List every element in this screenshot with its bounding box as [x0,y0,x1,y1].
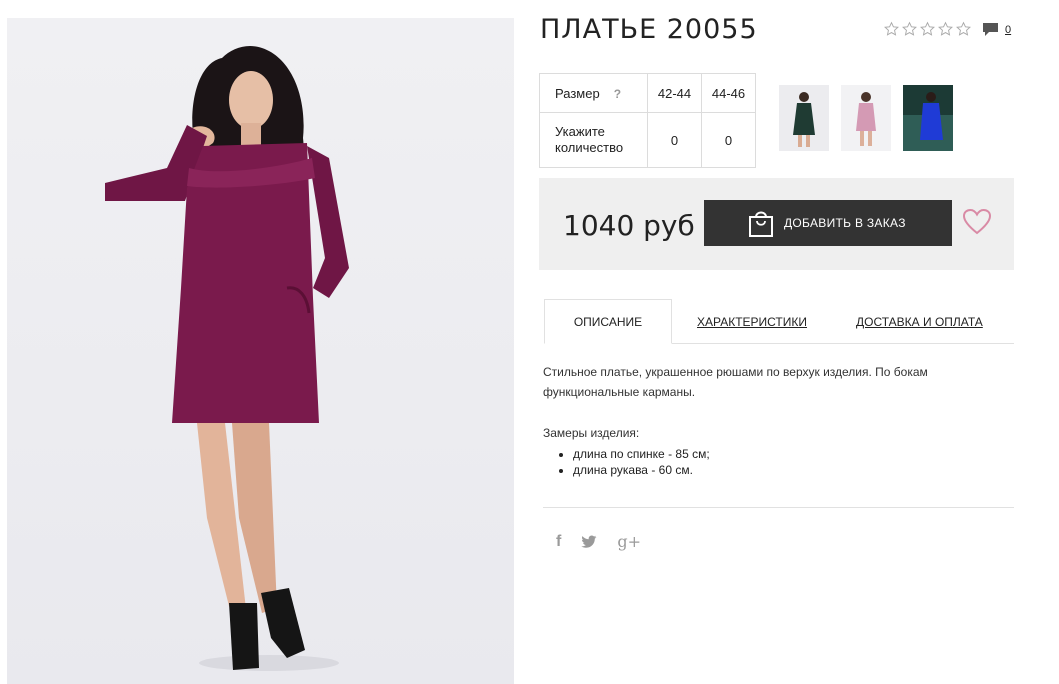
rating-stars[interactable] [883,21,972,37]
comments-link[interactable]: 0 [982,22,1011,37]
heart-icon[interactable] [963,209,991,235]
tab-description[interactable]: ОПИСАНИЕ [544,299,672,344]
size-option: 44-46 [701,73,756,113]
star-icon[interactable] [919,21,936,37]
product-title: ПЛАТЬЕ 20055 [540,14,758,45]
quantity-input[interactable]: 0 [701,112,756,168]
price-box: 1040 руб ДОБАВИТЬ В ЗАКАЗ [539,178,1014,270]
description-text: Стильное платье, украшенное рюшами по ве… [543,365,928,399]
measure-item: длина по спинке - 85 см; [573,446,710,462]
size-help-icon[interactable]: ? [614,87,621,101]
social-share: f g+ [556,532,641,551]
quantity-label-line2: количество [555,140,624,155]
tab-delivery-payment[interactable]: ДОСТАВКА И ОПЛАТА [856,315,983,329]
thumbnail-image [779,85,829,151]
add-to-order-label: ДОБАВИТЬ В ЗАКАЗ [784,216,906,230]
size-option: 42-44 [647,73,702,113]
quantity-input[interactable]: 0 [647,112,702,168]
color-thumbnails [779,85,953,151]
tab-description-label: ОПИСАНИЕ [573,314,643,329]
price: 1040 руб [563,209,695,242]
content-divider [543,507,1014,508]
measures-list: длина по спинке - 85 см; длина рукава - … [543,446,710,478]
star-icon[interactable] [937,21,954,37]
shopping-bag-icon [749,211,773,237]
quantity-label-line1: Укажите [555,124,605,139]
star-icon[interactable] [955,21,972,37]
google-plus-icon[interactable]: g+ [617,532,641,551]
size-table: Размер? 42-44 44-46 Укажите количество 0… [539,73,756,168]
star-icon[interactable] [901,21,918,37]
thumbnail-blue[interactable] [903,85,953,151]
thumbnail-dark-green[interactable] [779,85,829,151]
comments-count[interactable]: 0 [1005,24,1011,36]
star-icon[interactable] [883,21,900,37]
product-photo[interactable] [7,18,514,684]
twitter-icon[interactable] [581,535,597,549]
measures-title: Замеры изделия: [543,426,640,440]
facebook-icon[interactable]: f [556,533,561,551]
thumbnail-image [903,85,953,151]
measure-item: длина рукава - 60 см. [573,462,710,478]
size-row: Размер? 42-44 44-46 [539,73,756,113]
size-label-cell: Размер? [539,73,648,113]
model-illustration [105,46,349,671]
add-to-order-button[interactable]: ДОБАВИТЬ В ЗАКАЗ [704,200,952,246]
tab-characteristics[interactable]: ХАРАКТЕРИСТИКИ [697,315,807,329]
quantity-label-cell: Укажите количество [539,112,648,168]
thumbnail-pink[interactable] [841,85,891,151]
comment-icon [983,23,998,36]
quantity-row: Укажите количество 0 0 [539,112,756,168]
size-label: Размер [555,85,600,101]
thumbnail-image [841,85,891,151]
